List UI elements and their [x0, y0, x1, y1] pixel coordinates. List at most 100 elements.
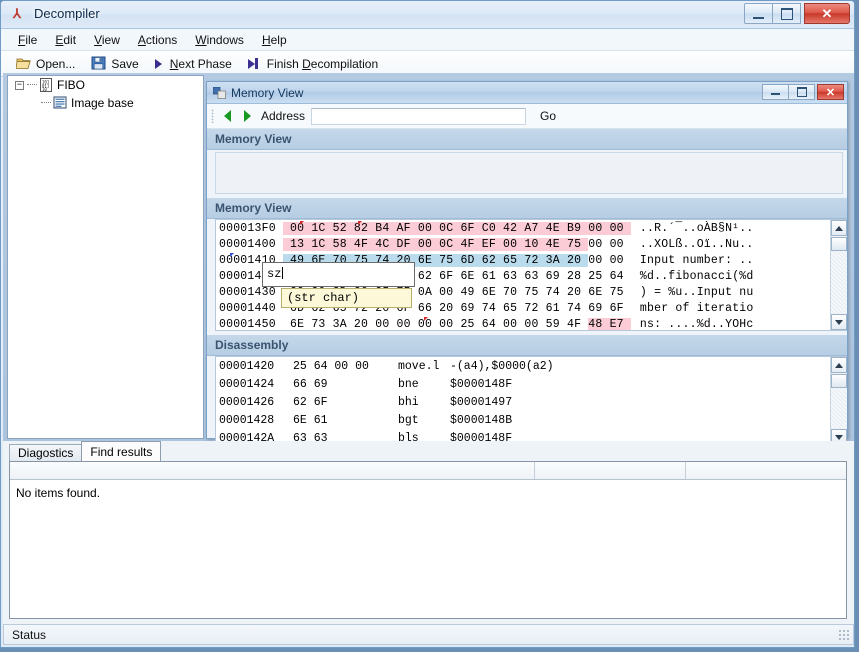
- memory-view-close-button[interactable]: ✕: [817, 84, 844, 100]
- hex-row-ascii[interactable]: %d..fibonacci(%d: [631, 270, 754, 283]
- chevron-up-icon: [835, 226, 843, 231]
- hex-row-ascii[interactable]: mber of iteratio: [631, 302, 754, 315]
- hex-change-marker: [300, 221, 304, 225]
- arrow-right-icon: [244, 110, 251, 122]
- disassembly-row[interactable]: 0000142466 69bne$0000148F: [216, 375, 847, 393]
- address-label: Address: [261, 109, 305, 123]
- disassembly-scroll-thumb[interactable]: [831, 374, 847, 388]
- hex-row-bytes[interactable]: 00 1C 52 82 B4 AF 00 0C 6F C0 42 A7 4E B…: [283, 222, 588, 235]
- hex-row[interactable]: 00001450 6E 73 3A 20 00 00 00 00 25 64 0…: [216, 316, 847, 331]
- hex-row-bytes[interactable]: 6E 73 3A 20 00 00 00 00 25 64 00 00 59 4…: [283, 318, 588, 331]
- disassembly-vertical-scrollbar[interactable]: [830, 357, 847, 445]
- hex-row[interactable]: 000013F0 00 1C 52 82 B4 AF 00 0C 6F C0 4…: [216, 220, 847, 236]
- disassembly-mnemonic: bgt: [398, 414, 450, 427]
- project-tree-panel[interactable]: − 10101110 FIBO Image base: [7, 75, 204, 439]
- maximize-button[interactable]: [772, 3, 801, 24]
- open-button-label: Open...: [36, 57, 75, 71]
- arrow-left-icon: [224, 110, 231, 122]
- disassembly-listing[interactable]: 0000142025 64 00 00move.l-(a4),$0000(a2)…: [215, 356, 847, 446]
- memory-view-title: Memory View: [231, 86, 303, 100]
- hex-row-ascii[interactable]: ..XOLß..Oï..Nu..: [631, 238, 754, 251]
- memory-view-minimize-button[interactable]: [762, 84, 789, 100]
- hex-change-marker: [424, 317, 428, 321]
- menu-item-view[interactable]: View: [85, 31, 129, 49]
- find-results-column-2[interactable]: [535, 462, 686, 479]
- hex-scroll-down-button[interactable]: [831, 314, 847, 330]
- disassembly-bytes: 6E 61: [293, 414, 398, 427]
- memory-view-titlebar[interactable]: Memory View ✕: [207, 82, 847, 104]
- tab-diagnostics[interactable]: Diagostics: [9, 444, 82, 461]
- mdi-minimize-icon: [771, 93, 780, 95]
- finish-decompilation-label: Finish Decompilation: [267, 57, 378, 71]
- disassembly-row[interactable]: 0000142025 64 00 00move.l-(a4),$0000(a2): [216, 357, 847, 375]
- memory-view-maximize-button[interactable]: [788, 84, 815, 100]
- find-results-panel[interactable]: No items found.: [9, 461, 847, 619]
- finish-decompilation-button[interactable]: Finish Decompilation: [241, 55, 385, 73]
- disassembly-scroll-up-button[interactable]: [831, 357, 847, 373]
- disassembly-scroll-track[interactable]: [831, 388, 847, 428]
- nav-forward-button[interactable]: [237, 107, 257, 125]
- chevron-down-icon: [835, 320, 843, 325]
- hex-row-bytes-tail[interactable]: 00 00: [588, 222, 631, 235]
- hex-row-bytes-tail[interactable]: 25 64: [588, 270, 631, 283]
- tree-item-fibo[interactable]: − 10101110 FIBO: [8, 76, 203, 94]
- floppy-save-icon: [91, 56, 107, 72]
- disassembly-operands: $0000148F: [450, 378, 512, 391]
- hex-inline-edit-box[interactable]: sz: [262, 262, 415, 287]
- text-caret: [282, 267, 283, 279]
- hex-row-bytes[interactable]: 13 1C 58 4F 4C DF 00 0C 4F EF 00 10 4E 7…: [283, 238, 588, 251]
- hex-scroll-up-button[interactable]: [831, 220, 847, 236]
- hex-row[interactable]: 00001400 13 1C 58 4F 4C DF 00 0C 4F EF 0…: [216, 236, 847, 252]
- menu-item-file[interactable]: File: [9, 31, 46, 49]
- tree-item-image-base[interactable]: Image base: [8, 94, 203, 112]
- menu-item-help[interactable]: Help: [253, 31, 296, 49]
- nav-back-button[interactable]: [217, 107, 237, 125]
- chevron-up-icon: [835, 363, 843, 368]
- disassembly-address: 00001428: [219, 414, 293, 427]
- hex-type-tooltip: (str char): [281, 288, 412, 308]
- background-ghost-text: [661, 7, 664, 19]
- toolbar-grip[interactable]: [211, 109, 214, 123]
- hex-scroll-thumb[interactable]: [831, 237, 847, 251]
- hex-editor[interactable]: 000013F0 00 1C 52 82 B4 AF 00 0C 6F C0 4…: [215, 219, 847, 331]
- go-button[interactable]: Go: [540, 109, 556, 123]
- tree-item-fibo-label: FIBO: [57, 78, 85, 92]
- menu-item-actions[interactable]: Actions: [129, 31, 186, 49]
- close-button[interactable]: ✕: [804, 3, 850, 24]
- save-button-label: Save: [111, 57, 138, 71]
- menu-view-rest: iew: [102, 33, 120, 47]
- open-button[interactable]: Open...: [9, 55, 82, 73]
- hex-row-ascii[interactable]: ) = %u..Input nu: [631, 286, 754, 299]
- tab-find-results[interactable]: Find results: [81, 441, 161, 461]
- hex-change-marker: [358, 221, 362, 225]
- hex-row-ascii[interactable]: ns: ....%d..YOHc: [631, 318, 754, 331]
- hex-scroll-track[interactable]: [831, 251, 847, 313]
- resize-grip-icon[interactable]: [838, 629, 850, 641]
- memory-view-section-header-top: Memory View: [207, 129, 847, 150]
- disassembly-bytes: 66 69: [293, 378, 398, 391]
- disassembly-mnemonic: bhi: [398, 396, 450, 409]
- play-triangle-icon: [155, 59, 162, 69]
- memory-view-section-header-hex: Memory View: [207, 198, 847, 219]
- tree-expander-icon[interactable]: −: [15, 81, 24, 90]
- hex-row-bytes-tail[interactable]: 69 6F: [588, 302, 631, 315]
- hex-row-bytes-tail[interactable]: 00 00: [588, 254, 631, 267]
- binary-file-icon: 10101110: [39, 78, 53, 92]
- hex-vertical-scrollbar[interactable]: [830, 220, 847, 330]
- hex-row-ascii[interactable]: Input number: ..: [631, 254, 754, 267]
- next-phase-button[interactable]: Next Phase: [148, 55, 239, 73]
- menu-item-edit[interactable]: Edit: [46, 31, 85, 49]
- address-input[interactable]: [311, 108, 526, 125]
- save-button[interactable]: Save: [84, 54, 145, 74]
- hex-row-bytes-tail[interactable]: 48 E7: [588, 318, 631, 331]
- disassembly-row[interactable]: 000014286E 61bgt$0000148B: [216, 411, 847, 429]
- disassembly-row[interactable]: 0000142662 6Fbhi$00001497: [216, 393, 847, 411]
- hex-row-ascii[interactable]: ..R.´¯..oÀB§N¹..: [631, 222, 754, 235]
- hex-row-bytes-tail[interactable]: 6E 75: [588, 286, 631, 299]
- next-phase-label: Next Phase: [170, 57, 232, 71]
- window-title: Decompiler: [34, 6, 100, 21]
- find-results-column-1[interactable]: [10, 462, 535, 479]
- hex-row-bytes-tail[interactable]: 00 00: [588, 238, 631, 251]
- menu-item-windows[interactable]: Windows: [186, 31, 253, 49]
- minimize-button[interactable]: [744, 3, 773, 24]
